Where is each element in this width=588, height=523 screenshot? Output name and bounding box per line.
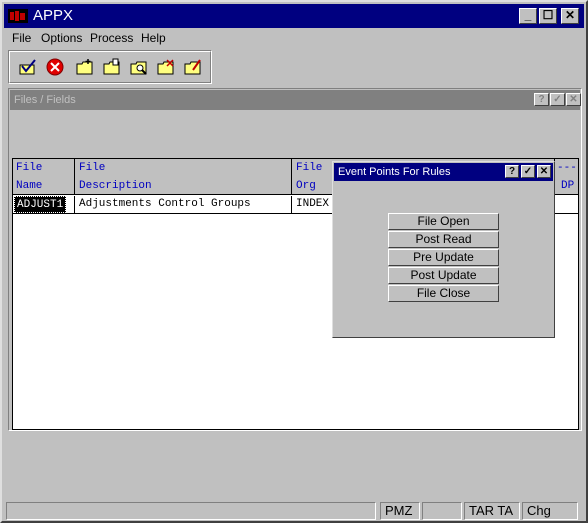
post-read-button[interactable]: Post Read [388, 231, 499, 248]
dialog-close-button[interactable]: ✕ [537, 165, 551, 178]
col-header-dp-line2: DP [561, 180, 575, 192]
open-folder-icon[interactable] [103, 58, 121, 76]
close-icon: ✕ [564, 8, 576, 22]
status-chg: Chg [522, 502, 578, 520]
col-header-dp-line1: --- [557, 162, 577, 174]
menu-options[interactable]: Options [41, 31, 82, 45]
menu-file[interactable]: File [12, 31, 31, 45]
maximize-button[interactable]: ☐ [539, 8, 557, 24]
cell-file-org[interactable]: INDEX [296, 196, 329, 213]
delete-folder-icon[interactable] [157, 58, 175, 76]
child-close-button[interactable]: ✕ [566, 93, 581, 106]
close-icon: ✕ [569, 94, 578, 105]
close-icon: ✕ [539, 166, 549, 177]
status-message [6, 502, 376, 520]
menu-bar: File Options Process Help [4, 30, 584, 48]
appx-logo-icon [8, 9, 28, 23]
cancel-icon[interactable] [46, 58, 64, 76]
status-bar: PMZ TAR TA Chg [4, 500, 584, 521]
status-mode: PMZ [380, 502, 420, 520]
dialog-help-button[interactable]: ? [505, 165, 519, 178]
status-tar: TAR TA [464, 502, 520, 520]
event-points-dialog: Event Points For Rules ? ✓ ✕ File Open P… [332, 161, 555, 338]
child-help-button[interactable]: ? [534, 93, 549, 106]
minimize-icon: _ [524, 8, 532, 22]
search-folder-icon[interactable] [130, 58, 148, 76]
check-icon: ✓ [523, 166, 533, 177]
pre-update-button[interactable]: Pre Update [388, 249, 499, 266]
col-header-org-line1: File [296, 162, 323, 174]
post-update-button[interactable]: Post Update [388, 267, 499, 284]
minimize-button[interactable]: _ [519, 8, 537, 24]
app-title: APPX [33, 7, 74, 24]
new-folder-icon[interactable] [76, 58, 94, 76]
menu-process[interactable]: Process [90, 31, 133, 45]
dialog-ok-button[interactable]: ✓ [521, 165, 535, 178]
files-fields-title-bar[interactable]: Files / Fields ? ✓ ✕ [10, 90, 581, 110]
col-header-name-line2: Name [16, 180, 43, 192]
close-button[interactable]: ✕ [561, 8, 579, 24]
dialog-title-bar[interactable]: Event Points For Rules ? ✓ ✕ [334, 163, 553, 181]
file-open-button[interactable]: File Open [388, 213, 499, 230]
status-blank [422, 502, 462, 520]
toolbar [8, 50, 212, 84]
maximize-icon: ☐ [542, 8, 554, 22]
app-window: APPX _ ☐ ✕ File Options Process Help Fil… [0, 0, 588, 523]
help-icon: ? [538, 94, 545, 105]
col-header-desc-line2: Description [79, 180, 152, 192]
files-fields-title: Files / Fields [14, 94, 76, 106]
col-header-name-line1: File [16, 162, 43, 174]
child-ok-button[interactable]: ✓ [550, 93, 565, 106]
title-bar[interactable]: APPX _ ☐ ✕ [4, 4, 584, 28]
check-icon: ✓ [553, 94, 562, 105]
col-header-org-line2: Org [296, 180, 316, 192]
dialog-title: Event Points For Rules [338, 166, 451, 178]
ok-check-icon[interactable] [19, 58, 37, 76]
edit-folder-icon[interactable] [184, 58, 202, 76]
cell-file-description[interactable]: Adjustments Control Groups [79, 196, 251, 213]
menu-help[interactable]: Help [141, 31, 166, 45]
help-icon: ? [508, 166, 516, 177]
col-header-desc-line1: File [79, 162, 106, 174]
file-close-button[interactable]: File Close [388, 285, 499, 302]
cell-file-name[interactable]: ADJUST1 [14, 196, 67, 213]
